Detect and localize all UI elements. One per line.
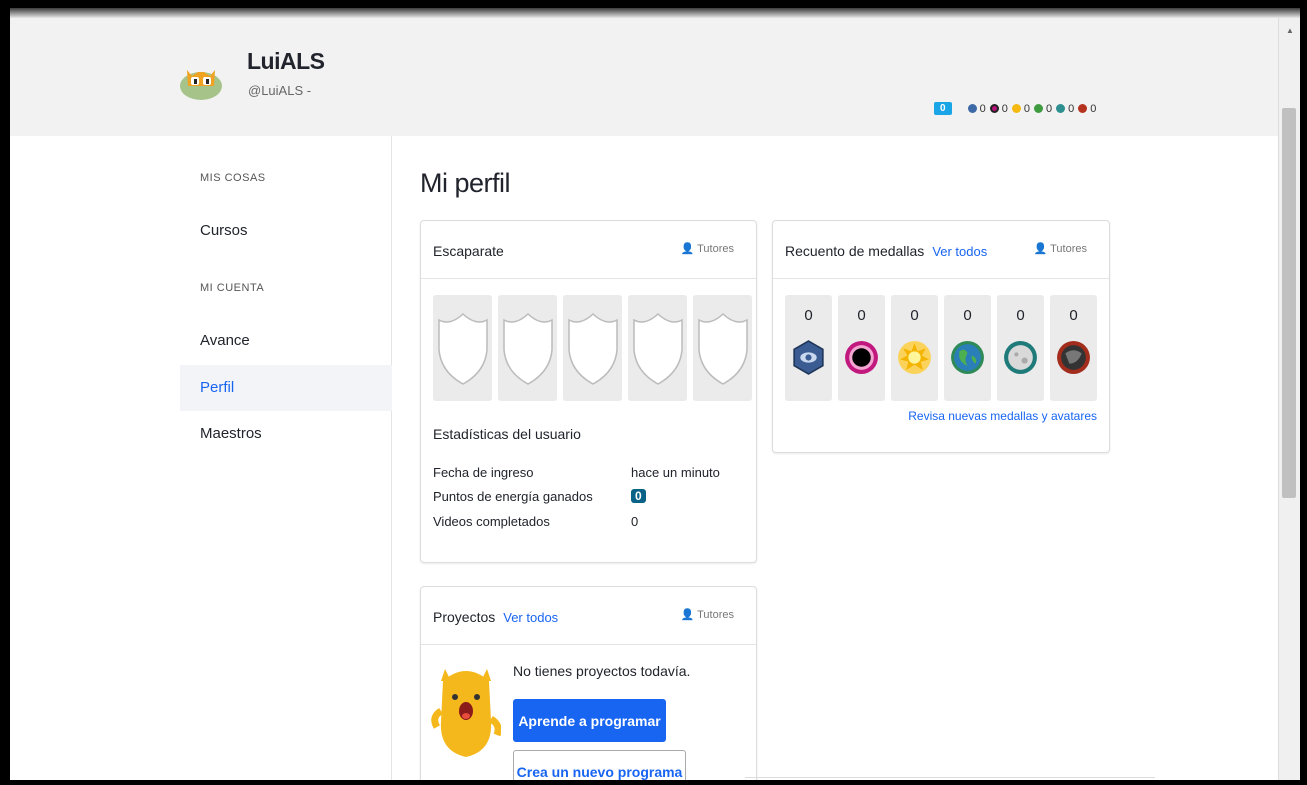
no-projects-text: No tienes proyectos todavía. bbox=[513, 663, 691, 679]
medal-count: 0 bbox=[857, 307, 866, 324]
learn-to-program-button[interactable]: Aprende a programar bbox=[513, 699, 666, 742]
user-icon: 👤 bbox=[1033, 243, 1048, 255]
badge-slot[interactable] bbox=[693, 295, 752, 401]
scroll-up-arrow-icon[interactable]: ▲ bbox=[1286, 26, 1294, 35]
badge-count: 0 bbox=[1023, 102, 1030, 115]
empty-shield-icon bbox=[437, 312, 488, 385]
medal-count-card: Recuento de medallas Ver todos 👤 Tutores … bbox=[772, 220, 1110, 453]
meteorite-medal-icon bbox=[793, 340, 824, 375]
medals-title: Recuento de medallas Ver todos bbox=[785, 243, 987, 259]
empty-shield-icon bbox=[567, 312, 618, 385]
empty-shield-icon bbox=[632, 312, 683, 385]
header-badge-summary[interactable]: 0 0 0 0 0 0 0 bbox=[934, 102, 1096, 115]
medal-count: 0 bbox=[963, 307, 972, 324]
page-title: Mi perfil bbox=[420, 168, 511, 198]
scrollbar-thumb[interactable] bbox=[1282, 108, 1296, 498]
sidebar-item-perfil[interactable]: Perfil bbox=[180, 365, 392, 411]
badge-count: 0 bbox=[1001, 102, 1008, 115]
badge-slot[interactable] bbox=[563, 295, 622, 401]
bottom-divider bbox=[745, 777, 1155, 778]
projects-card: Proyectos Ver todos 👤 Tutores No tienes p… bbox=[420, 586, 757, 780]
username: LuiALS bbox=[247, 48, 325, 74]
page-scrollbar[interactable]: ▲ bbox=[1278, 18, 1300, 780]
badge-slot[interactable] bbox=[433, 295, 492, 401]
medal-count: 0 bbox=[910, 307, 919, 324]
black-hole-medal-icon bbox=[1004, 341, 1037, 374]
medal-count: 0 bbox=[1016, 307, 1025, 324]
energy-points-badge: 0 bbox=[934, 102, 952, 115]
card-header: Recuento de medallas Ver todos 👤 Tutores bbox=[773, 221, 1109, 279]
ver-todos-link[interactable]: Ver todos bbox=[932, 244, 987, 259]
medals-title-text: Recuento de medallas bbox=[785, 243, 925, 259]
badge-count: 0 bbox=[1045, 102, 1053, 115]
challenge-patch-medal[interactable]: 0 bbox=[1050, 295, 1097, 401]
window-top-shadow bbox=[10, 8, 1300, 18]
new-medals-avatars-link[interactable]: Revisa nuevas medallas y avatares bbox=[908, 409, 1097, 423]
showcase-title: Escaparate bbox=[433, 243, 504, 259]
stat-value: 0 bbox=[631, 514, 639, 529]
earth-badge-icon bbox=[1011, 104, 1021, 113]
orange-monster-illustration bbox=[431, 669, 501, 757]
showcase-slots bbox=[433, 295, 752, 401]
sidebar: MIS COSAS Cursos MI CUENTA Avance Perfil… bbox=[180, 136, 392, 780]
challenge-patch-icon bbox=[1078, 104, 1088, 113]
projects-title: Proyectos Ver todos bbox=[433, 609, 558, 625]
ver-todos-link[interactable]: Ver todos bbox=[503, 610, 558, 625]
black-hole-medal[interactable]: 0 bbox=[997, 295, 1044, 401]
projects-title-text: Proyectos bbox=[433, 609, 496, 625]
earth-medal[interactable]: 0 bbox=[891, 295, 938, 401]
tutores-label: Tutores bbox=[697, 243, 734, 255]
stat-row: Fecha de ingreso hace un minuto bbox=[433, 465, 733, 480]
sun-medal-icon bbox=[898, 341, 931, 374]
black-hole-badge-icon bbox=[1056, 104, 1066, 113]
tutores-link[interactable]: 👤 Tutores bbox=[1034, 242, 1087, 255]
stats-title: Estadísticas del usuario bbox=[433, 426, 581, 442]
empty-shield-icon bbox=[502, 312, 553, 385]
meteorite-medal[interactable]: 0 bbox=[785, 295, 832, 401]
badge-slot[interactable] bbox=[628, 295, 687, 401]
sidebar-heading-mis-cosas: MIS COSAS bbox=[200, 172, 266, 184]
meteorite-badge-icon bbox=[967, 104, 977, 113]
browser-viewport: LuiALS @LuiALS - 0 0 0 0 0 0 0 ▲ MIS COS… bbox=[10, 8, 1300, 780]
user-handle: @LuiALS - bbox=[248, 83, 312, 98]
stat-row: Videos completados 0 bbox=[433, 514, 733, 529]
user-icon: 👤 bbox=[680, 243, 695, 255]
challenge-patch-medal-icon bbox=[1057, 341, 1090, 374]
badge-count: 0 bbox=[1068, 102, 1075, 115]
badge-slot[interactable] bbox=[498, 295, 557, 401]
badge-count: 0 bbox=[979, 102, 986, 115]
new-program-button[interactable]: Crea un nuevo programa bbox=[513, 750, 686, 780]
sidebar-item-avance[interactable]: Avance bbox=[180, 318, 392, 364]
stat-label: Fecha de ingreso bbox=[433, 465, 534, 480]
medal-count: 0 bbox=[1069, 307, 1078, 324]
sidebar-heading-mi-cuenta: MI CUENTA bbox=[200, 282, 265, 294]
tutores-label: Tutores bbox=[1050, 243, 1087, 255]
tutores-link[interactable]: 👤 Tutores bbox=[681, 608, 734, 621]
sun-badge-icon bbox=[1033, 104, 1043, 113]
card-header: Proyectos Ver todos 👤 Tutores bbox=[421, 587, 756, 645]
sidebar-item-maestros[interactable]: Maestros bbox=[180, 411, 392, 457]
empty-shield-icon bbox=[697, 312, 748, 385]
user-icon: 👤 bbox=[680, 609, 695, 621]
moon-medal[interactable]: 0 bbox=[838, 295, 885, 401]
stat-label: Videos completados bbox=[433, 514, 550, 529]
tutores-link[interactable]: 👤 Tutores bbox=[681, 242, 734, 255]
avatar[interactable] bbox=[178, 56, 224, 102]
sidebar-item-cursos[interactable]: Cursos bbox=[180, 208, 392, 254]
stat-row: Puntos de energía ganados 0 bbox=[433, 489, 733, 504]
sun-medal[interactable]: 0 bbox=[944, 295, 991, 401]
badge-count: 0 bbox=[1090, 102, 1097, 115]
moon-badge-icon bbox=[989, 104, 999, 113]
energy-points-badge: 0 bbox=[631, 489, 646, 503]
tutores-label: Tutores bbox=[697, 609, 734, 621]
card-header: Escaparate 👤 Tutores bbox=[421, 221, 756, 279]
profile-header: LuiALS @LuiALS - 0 0 0 0 0 0 0 bbox=[10, 18, 1278, 136]
moon-medal-icon bbox=[845, 341, 878, 374]
medal-count: 0 bbox=[804, 307, 813, 324]
medal-list: 0 0 0 0 0 0 bbox=[785, 295, 1097, 401]
stat-label: Puntos de energía ganados bbox=[433, 489, 593, 504]
stat-value: hace un minuto bbox=[631, 465, 720, 480]
earth-medal-icon bbox=[951, 341, 984, 374]
showcase-card: Escaparate 👤 Tutores Estadísticas del us… bbox=[420, 220, 757, 563]
